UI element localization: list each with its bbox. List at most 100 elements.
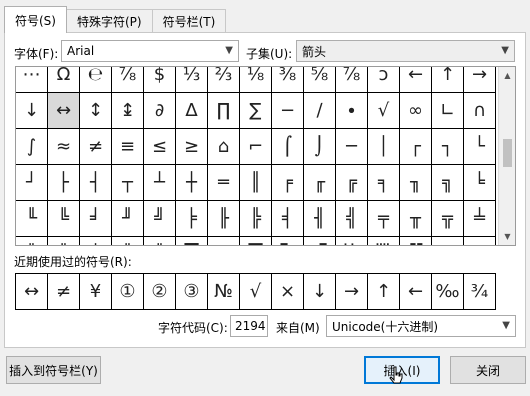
symbol-cell[interactable]: █ (240, 237, 272, 245)
symbol-cell[interactable]: ┘ (16, 165, 48, 201)
symbol-cell[interactable]: └ (464, 129, 496, 165)
symbol-cell[interactable]: ╤ (368, 201, 400, 237)
symbol-cell[interactable]: ╖ (400, 165, 432, 201)
symbol-cell[interactable]: ⅝ (304, 67, 336, 93)
symbol-cell[interactable]: − (272, 93, 304, 129)
symbol-cell[interactable]: ╟ (208, 201, 240, 237)
symbol-cell[interactable]: Ω (48, 67, 80, 93)
recent-symbol-cell[interactable]: ← (400, 274, 432, 309)
symbol-cell[interactable]: ┤ (80, 165, 112, 201)
symbol-cell[interactable]: ╥ (400, 201, 432, 237)
recent-symbol-cell[interactable]: ③ (176, 274, 208, 309)
symbol-cell[interactable]: ╨ (16, 237, 48, 245)
symbol-cell[interactable]: ⅛ (240, 67, 272, 93)
scroll-up-icon[interactable]: ▲ (499, 67, 515, 84)
scroll-thumb[interactable] (503, 139, 512, 167)
from-select[interactable]: Unicode(十六进制) ▼ (326, 315, 516, 337)
symbol-cell[interactable]: ╞ (176, 201, 208, 237)
symbol-cell[interactable]: ↨ (112, 93, 144, 129)
symbol-cell[interactable]: ╛ (80, 201, 112, 237)
symbol-cell[interactable]: → (464, 67, 496, 93)
recent-symbol-cell[interactable]: ↔ (16, 274, 48, 309)
symbol-cell[interactable]: ↑ (432, 67, 464, 93)
recent-symbol-cell[interactable]: √ (240, 274, 272, 309)
symbol-cell[interactable]: ⌠ (272, 129, 304, 165)
recent-symbol-cell[interactable]: → (336, 274, 368, 309)
tab-symbols[interactable]: 符号(S) (4, 6, 67, 33)
symbol-cell[interactable]: ∫ (16, 129, 48, 165)
insert-to-bar-button[interactable]: 插入到符号栏(Y) (6, 356, 101, 384)
symbol-cell[interactable]: ⅞ (336, 67, 368, 93)
symbol-cell[interactable]: ← (400, 67, 432, 93)
symbol-cell[interactable]: ℮ (80, 67, 112, 93)
symbol-cell[interactable]: ╓ (304, 165, 336, 201)
tab-special-chars[interactable]: 特殊字符(P) (65, 9, 153, 33)
symbol-cell[interactable]: ↕ (80, 93, 112, 129)
symbol-cell[interactable]: ∞ (400, 93, 432, 129)
symbol-cell[interactable]: ⅜ (272, 67, 304, 93)
char-code-input[interactable]: 2194 (230, 315, 268, 337)
symbol-cell[interactable]: ▓ (400, 237, 432, 245)
symbol-cell[interactable]: ║ (240, 165, 272, 201)
symbol-cell[interactable]: ▐ (304, 237, 336, 245)
symbol-cell[interactable]: √ (368, 93, 400, 129)
symbol-cell[interactable]: ≠ (80, 129, 112, 165)
symbol-cell[interactable]: ╜ (112, 201, 144, 237)
symbol-cell[interactable]: ╩ (48, 237, 80, 245)
symbol-cell[interactable]: ▄ (208, 237, 240, 245)
symbol-cell[interactable]: □ (464, 237, 496, 245)
symbol-cell[interactable]: ╕ (368, 165, 400, 201)
symbol-cell[interactable]: ┼ (176, 165, 208, 201)
symbol-cell[interactable]: ░ (336, 237, 368, 245)
symbol-cell[interactable]: ╚ (48, 201, 80, 237)
symbol-cell[interactable]: ▒ (368, 237, 400, 245)
symbol-cell[interactable]: ╔ (336, 165, 368, 201)
symbol-cell[interactable]: ├ (48, 165, 80, 201)
symbol-cell[interactable]: ═ (208, 165, 240, 201)
symbol-cell[interactable]: ╦ (432, 201, 464, 237)
symbol-cell[interactable]: ∩ (464, 93, 496, 129)
symbol-cell[interactable]: ╘ (464, 165, 496, 201)
symbol-cell[interactable]: ∏ (208, 93, 240, 129)
symbol-cell[interactable]: ∂ (144, 93, 176, 129)
symbol-cell[interactable]: ≡ (112, 129, 144, 165)
grid-scrollbar[interactable]: ▲ ▼ (498, 67, 515, 245)
symbol-cell[interactable]: ─ (336, 129, 368, 165)
subset-select[interactable]: 箭头 ▼ (296, 40, 515, 62)
symbol-cell[interactable]: ╪ (80, 237, 112, 245)
symbol-cell[interactable]: $ (144, 67, 176, 93)
recent-symbol-cell[interactable]: ¾ (464, 274, 496, 309)
recent-symbol-cell[interactable]: ① (112, 274, 144, 309)
symbol-cell[interactable]: ┴ (144, 165, 176, 201)
symbol-cell[interactable]: ⌂ (208, 129, 240, 165)
symbol-cell[interactable]: │ (368, 129, 400, 165)
symbol-cell[interactable]: ╝ (144, 201, 176, 237)
symbol-cell[interactable]: ⋯ (16, 67, 48, 93)
symbol-cell[interactable]: ≈ (48, 129, 80, 165)
symbol-cell[interactable]: ≤ (144, 129, 176, 165)
symbol-cell[interactable]: ╢ (304, 201, 336, 237)
symbol-cell[interactable]: ⌐ (240, 129, 272, 165)
recent-symbol-cell[interactable]: ↓ (304, 274, 336, 309)
recent-symbol-cell[interactable]: № (208, 274, 240, 309)
symbol-cell[interactable]: ┐ (432, 129, 464, 165)
symbol-cell[interactable]: ▌ (272, 237, 304, 245)
symbol-cell[interactable]: ↄ (368, 67, 400, 93)
symbol-cell[interactable]: ∆ (176, 93, 208, 129)
symbol-cell[interactable]: ⅞ (112, 67, 144, 93)
recent-symbol-cell[interactable]: ↑ (368, 274, 400, 309)
symbol-cell[interactable]: ∑ (240, 93, 272, 129)
symbol-cell[interactable]: ∟ (432, 93, 464, 129)
font-select[interactable]: Arial ▼ (61, 40, 239, 62)
symbol-cell[interactable]: ∙ (336, 93, 368, 129)
tab-symbol-bar[interactable]: 符号栏(T) (151, 9, 227, 33)
symbol-cell[interactable]: ╬ (144, 237, 176, 245)
recent-symbol-cell[interactable]: ≠ (48, 274, 80, 309)
symbol-cell[interactable]: ▀ (176, 237, 208, 245)
recent-symbol-cell[interactable]: ② (144, 274, 176, 309)
symbol-cell[interactable]: ╙ (16, 201, 48, 237)
symbol-cell[interactable]: ┌ (400, 129, 432, 165)
symbol-cell[interactable]: ╒ (272, 165, 304, 201)
symbol-cell[interactable]: ╠ (240, 201, 272, 237)
symbol-cell[interactable]: ∕ (304, 93, 336, 129)
